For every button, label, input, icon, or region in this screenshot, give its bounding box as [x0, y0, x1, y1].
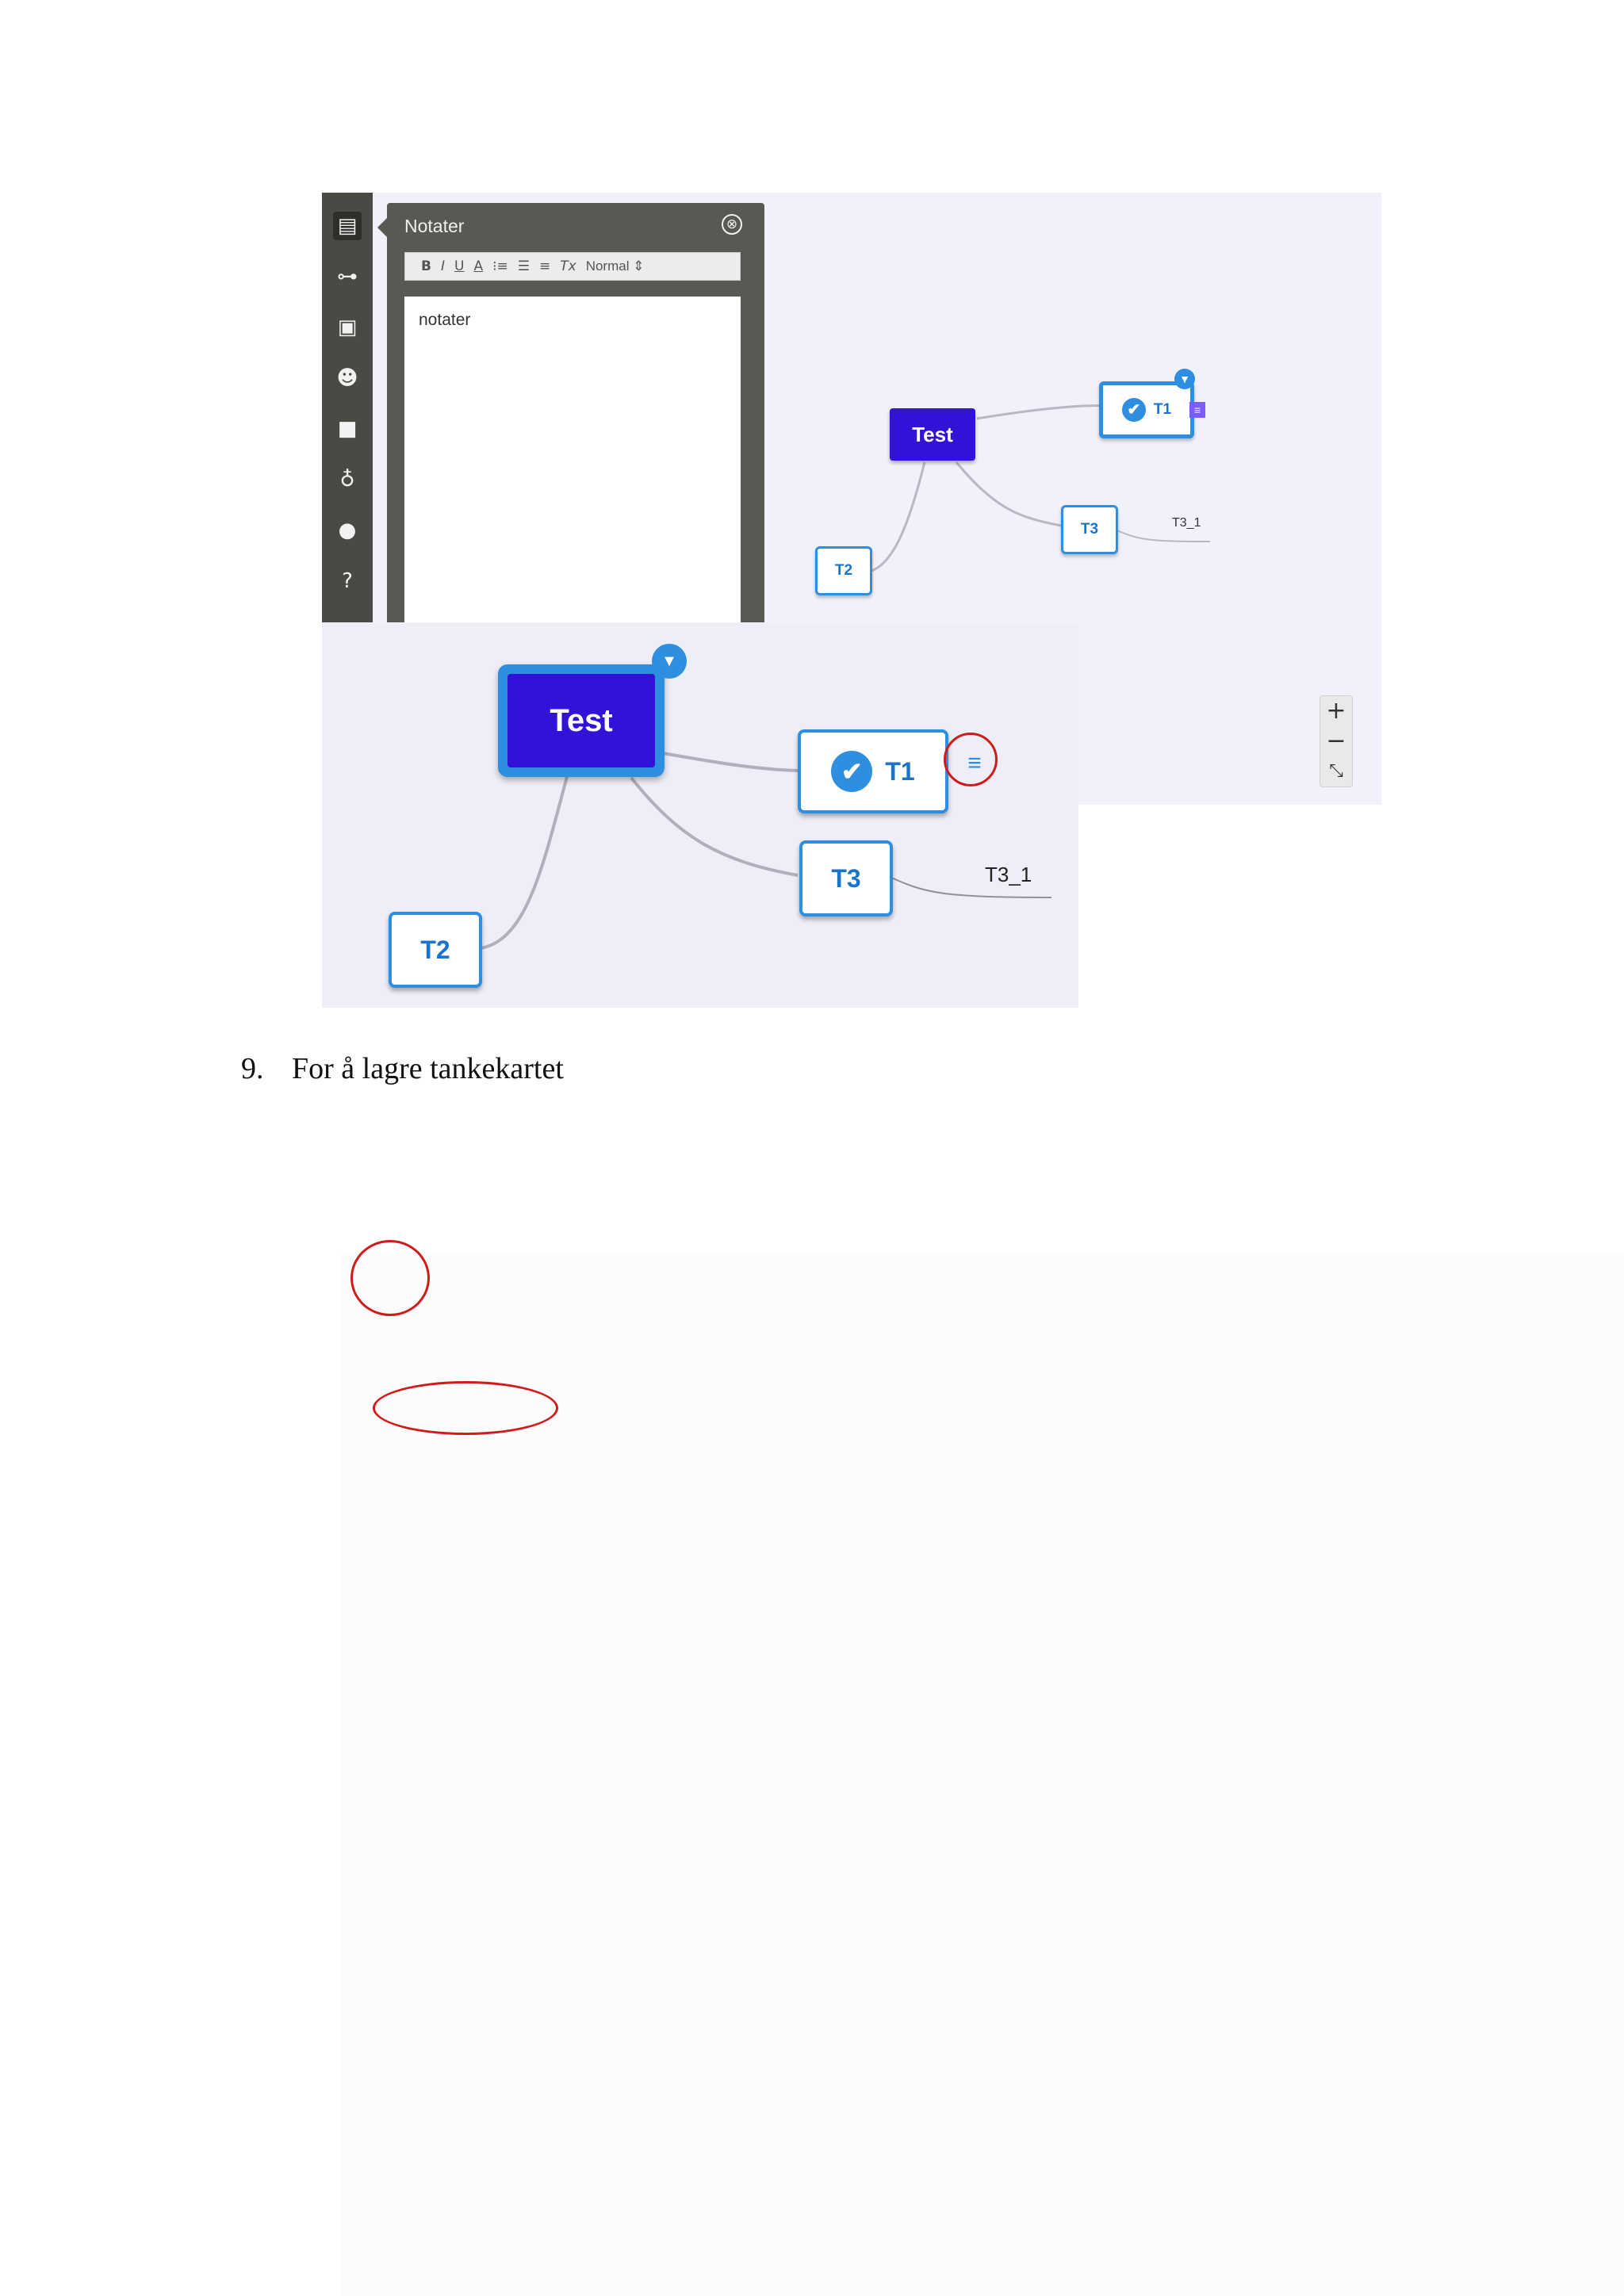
note-indicator-icon[interactable]: ≡ [1189, 402, 1205, 418]
mindmap-zoomed-screenshot: Test ▼ ✔ T1 ≡ T3 T3_1 T2 [322, 623, 1078, 1008]
mindmap-node-t2[interactable]: T2 [815, 546, 872, 595]
mindmap-node-t3[interactable]: T3 [1061, 505, 1118, 554]
mindmap-node-t2-large[interactable]: T2 [389, 912, 482, 988]
mindmap-root-node[interactable]: Test [890, 408, 975, 461]
list-number: 9. [241, 1052, 264, 1085]
root-label: Test [508, 674, 655, 767]
annotation-circle [350, 1240, 430, 1316]
fit-screen-button[interactable]: ⤡ [1329, 756, 1343, 786]
mindmap-node-t3-large[interactable]: T3 [799, 840, 893, 916]
check-icon: ✔ [831, 751, 873, 792]
check-icon: ✔ [1121, 398, 1146, 422]
zoom-in-button[interactable]: + [1326, 696, 1346, 726]
numbered-list-item: 9. For å lagre tankekartet [241, 1051, 564, 1086]
node-menu-dropdown-icon[interactable]: ▼ [652, 644, 687, 679]
mindmap-node-t1-large[interactable]: ✔ T1 [798, 729, 948, 813]
zoom-controls: + − ⤡ [1320, 695, 1353, 787]
mindmap-root-node-large[interactable]: Test [498, 664, 665, 777]
mindmap-node-t3-1-large[interactable]: T3_1 [985, 863, 1032, 887]
list-item-text: For å lagre tankekartet [292, 1052, 564, 1085]
node-label: T1 [1153, 401, 1172, 418]
annotation-ellipse [373, 1381, 558, 1435]
annotation-circle [944, 733, 998, 786]
node-menu-dropdown-icon[interactable]: ▼ [1174, 369, 1195, 389]
zoom-out-button[interactable]: − [1326, 726, 1346, 756]
mindmap-node-t3-1[interactable]: T3_1 [1172, 516, 1201, 530]
mindmap-node-t1[interactable]: ✔ T1 [1099, 381, 1194, 438]
node-label: T1 [885, 756, 915, 786]
